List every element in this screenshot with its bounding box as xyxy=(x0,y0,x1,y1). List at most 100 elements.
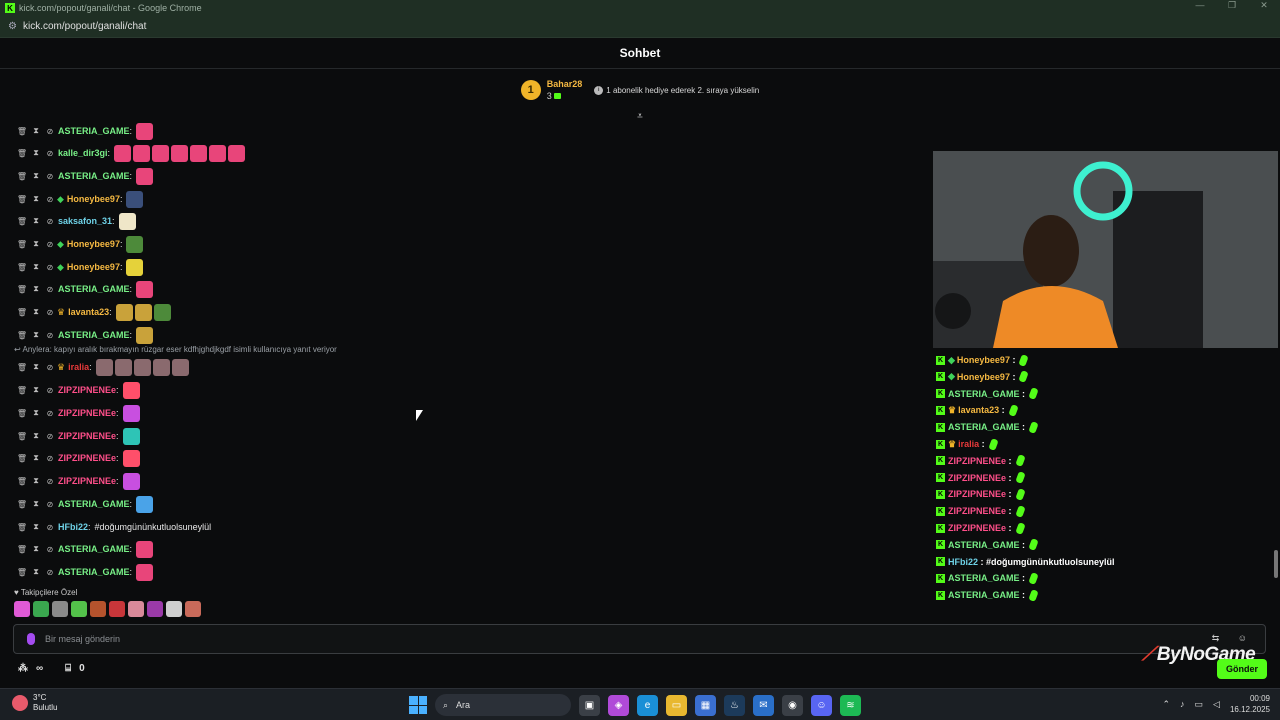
leader-user[interactable]: Bahar28 3 xyxy=(547,78,583,102)
timeout-icon[interactable]: ⧗ xyxy=(29,262,43,272)
emote-picker-icon[interactable] xyxy=(71,601,87,617)
mic-icon[interactable] xyxy=(27,633,35,645)
taskbar-search[interactable]: ⌕ Ara xyxy=(435,694,571,716)
maximize-button[interactable]: ❐ xyxy=(1216,0,1248,11)
rewards-icon[interactable]: ⁂ xyxy=(18,663,28,674)
timeout-icon[interactable]: ⧗ xyxy=(29,216,43,226)
chat-username[interactable]: ZIPZIPNENEe xyxy=(58,453,116,463)
infinity-icon[interactable]: ∞ xyxy=(36,663,43,674)
scrollbar-thumb[interactable] xyxy=(1274,550,1278,578)
timeout-icon[interactable]: ⧗ xyxy=(29,453,43,463)
timeout-icon[interactable]: ⧗ xyxy=(29,408,43,418)
minimize-button[interactable]: — xyxy=(1184,0,1216,11)
url-text[interactable]: kick.com/popout/ganali/chat xyxy=(23,21,146,32)
chat-username[interactable]: Honeybee97 xyxy=(67,239,120,249)
chat-username[interactable]: ASTERIA_GAME xyxy=(58,567,130,577)
chat-username[interactable]: lavanta23 xyxy=(68,307,109,317)
timeout-icon[interactable]: ⧗ xyxy=(29,284,43,294)
input-icons[interactable]: ⇆ ☺ xyxy=(1212,633,1255,644)
ban-icon[interactable]: ⊘ xyxy=(43,568,57,577)
trash-icon[interactable]: 🗑 xyxy=(15,568,29,577)
address-bar[interactable]: ⚙ kick.com/popout/ganali/chat xyxy=(0,16,1280,38)
trash-icon[interactable]: 🗑 xyxy=(15,285,29,294)
site-settings-icon[interactable]: ⚙ xyxy=(8,21,17,32)
emote-picker-icon[interactable] xyxy=(90,601,106,617)
emote-picker-icon[interactable] xyxy=(14,601,30,617)
chat-username[interactable]: HFbi22 xyxy=(58,522,88,532)
trash-icon[interactable]: 🗑 xyxy=(15,195,29,204)
timeout-icon[interactable]: ⧗ xyxy=(29,476,43,486)
chat-username[interactable]: Honeybee97 xyxy=(67,194,120,204)
volume-icon[interactable]: ◁ xyxy=(1213,699,1220,710)
trash-icon[interactable]: 🗑 xyxy=(15,386,29,395)
emote-picker-icon[interactable] xyxy=(185,601,201,617)
close-button[interactable]: ✕ xyxy=(1248,0,1280,11)
tray-chevron-icon[interactable]: ⌃ xyxy=(1162,699,1170,710)
chat-username[interactable]: saksafon_31 xyxy=(58,216,112,226)
chat-username[interactable]: ZIPZIPNENEe xyxy=(58,431,116,441)
timeout-icon[interactable]: ⧗ xyxy=(29,567,43,577)
store-icon[interactable]: ▦ xyxy=(695,694,716,716)
timeout-icon[interactable]: ⧗ xyxy=(29,126,43,136)
emote-picker-icon[interactable] xyxy=(166,601,182,617)
ban-icon[interactable]: ⊘ xyxy=(43,308,57,317)
message-placeholder[interactable]: Bir mesaj gönderin xyxy=(45,634,120,644)
emote-picker-icon[interactable] xyxy=(147,601,163,617)
leader-username[interactable]: Bahar28 xyxy=(547,78,583,90)
mail-icon[interactable]: ✉ xyxy=(753,694,774,716)
trash-icon[interactable]: 🗑 xyxy=(15,363,29,372)
ban-icon[interactable]: ⊘ xyxy=(43,240,57,249)
trash-icon[interactable]: 🗑 xyxy=(15,409,29,418)
trash-icon[interactable]: 🗑 xyxy=(15,240,29,249)
start-button[interactable] xyxy=(409,696,427,714)
ban-icon[interactable]: ⊘ xyxy=(43,454,57,463)
mic-tray-icon[interactable]: ♪ xyxy=(1180,699,1185,709)
trash-icon[interactable]: 🗑 xyxy=(15,545,29,554)
ban-icon[interactable]: ⊘ xyxy=(43,149,57,158)
timeout-icon[interactable]: ⧗ xyxy=(29,194,43,204)
trash-icon[interactable]: 🗑 xyxy=(15,172,29,181)
timeout-icon[interactable]: ⧗ xyxy=(29,171,43,181)
gift-box-icon[interactable]: ⌸ xyxy=(65,663,71,674)
ban-icon[interactable]: ⊘ xyxy=(43,127,57,136)
chat-username[interactable]: ASTERIA_GAME xyxy=(58,544,130,554)
task-view-icon[interactable]: ▣ xyxy=(579,694,600,716)
trash-icon[interactable]: 🗑 xyxy=(15,263,29,272)
ban-icon[interactable]: ⊘ xyxy=(43,432,57,441)
chat-username[interactable]: ZIPZIPNENEe xyxy=(58,385,116,395)
chat-username[interactable]: kalle_dir3gi xyxy=(58,148,108,158)
chat-username[interactable]: ZIPZIPNENEe xyxy=(58,476,116,486)
timeout-icon[interactable]: ⧗ xyxy=(29,499,43,509)
weather-widget[interactable]: 3°C Bulutlu xyxy=(12,693,57,713)
chat-username[interactable]: ZIPZIPNENEe xyxy=(58,408,116,418)
timeout-icon[interactable]: ⧗ xyxy=(29,522,43,532)
trash-icon[interactable]: 🗑 xyxy=(15,127,29,136)
chat-username[interactable]: ASTERIA_GAME xyxy=(58,171,130,181)
timeout-icon[interactable]: ⧗ xyxy=(29,307,43,317)
ban-icon[interactable]: ⊘ xyxy=(43,331,57,340)
steam-icon[interactable]: ♨ xyxy=(724,694,745,716)
trash-icon[interactable]: 🗑 xyxy=(15,500,29,509)
file-explorer-icon[interactable]: ▭ xyxy=(666,694,687,716)
trash-icon[interactable]: 🗑 xyxy=(15,331,29,340)
timeout-icon[interactable]: ⧗ xyxy=(29,431,43,441)
chat-username[interactable]: iralia xyxy=(68,362,89,372)
trash-icon[interactable]: 🗑 xyxy=(15,308,29,317)
emote-picker-icon[interactable] xyxy=(52,601,68,617)
edge-icon[interactable]: e xyxy=(637,694,658,716)
emote-picker-icon[interactable] xyxy=(33,601,49,617)
ban-icon[interactable]: ⊘ xyxy=(43,363,57,372)
timeout-icon[interactable]: ⧗ xyxy=(29,362,43,372)
copilot-icon[interactable]: ◈ xyxy=(608,694,629,716)
timeout-icon[interactable]: ⧗ xyxy=(29,385,43,395)
trash-icon[interactable]: 🗑 xyxy=(15,477,29,486)
timeout-icon[interactable]: ⧗ xyxy=(29,239,43,249)
message-input[interactable]: Bir mesaj gönderin ⇆ ☺ xyxy=(13,624,1266,654)
ban-icon[interactable]: ⊘ xyxy=(43,386,57,395)
timeout-icon[interactable]: ⧗ xyxy=(29,148,43,158)
trash-icon[interactable]: 🗑 xyxy=(15,217,29,226)
ban-icon[interactable]: ⊘ xyxy=(43,545,57,554)
trash-icon[interactable]: 🗑 xyxy=(15,432,29,441)
ban-icon[interactable]: ⊘ xyxy=(43,217,57,226)
ban-icon[interactable]: ⊘ xyxy=(43,172,57,181)
